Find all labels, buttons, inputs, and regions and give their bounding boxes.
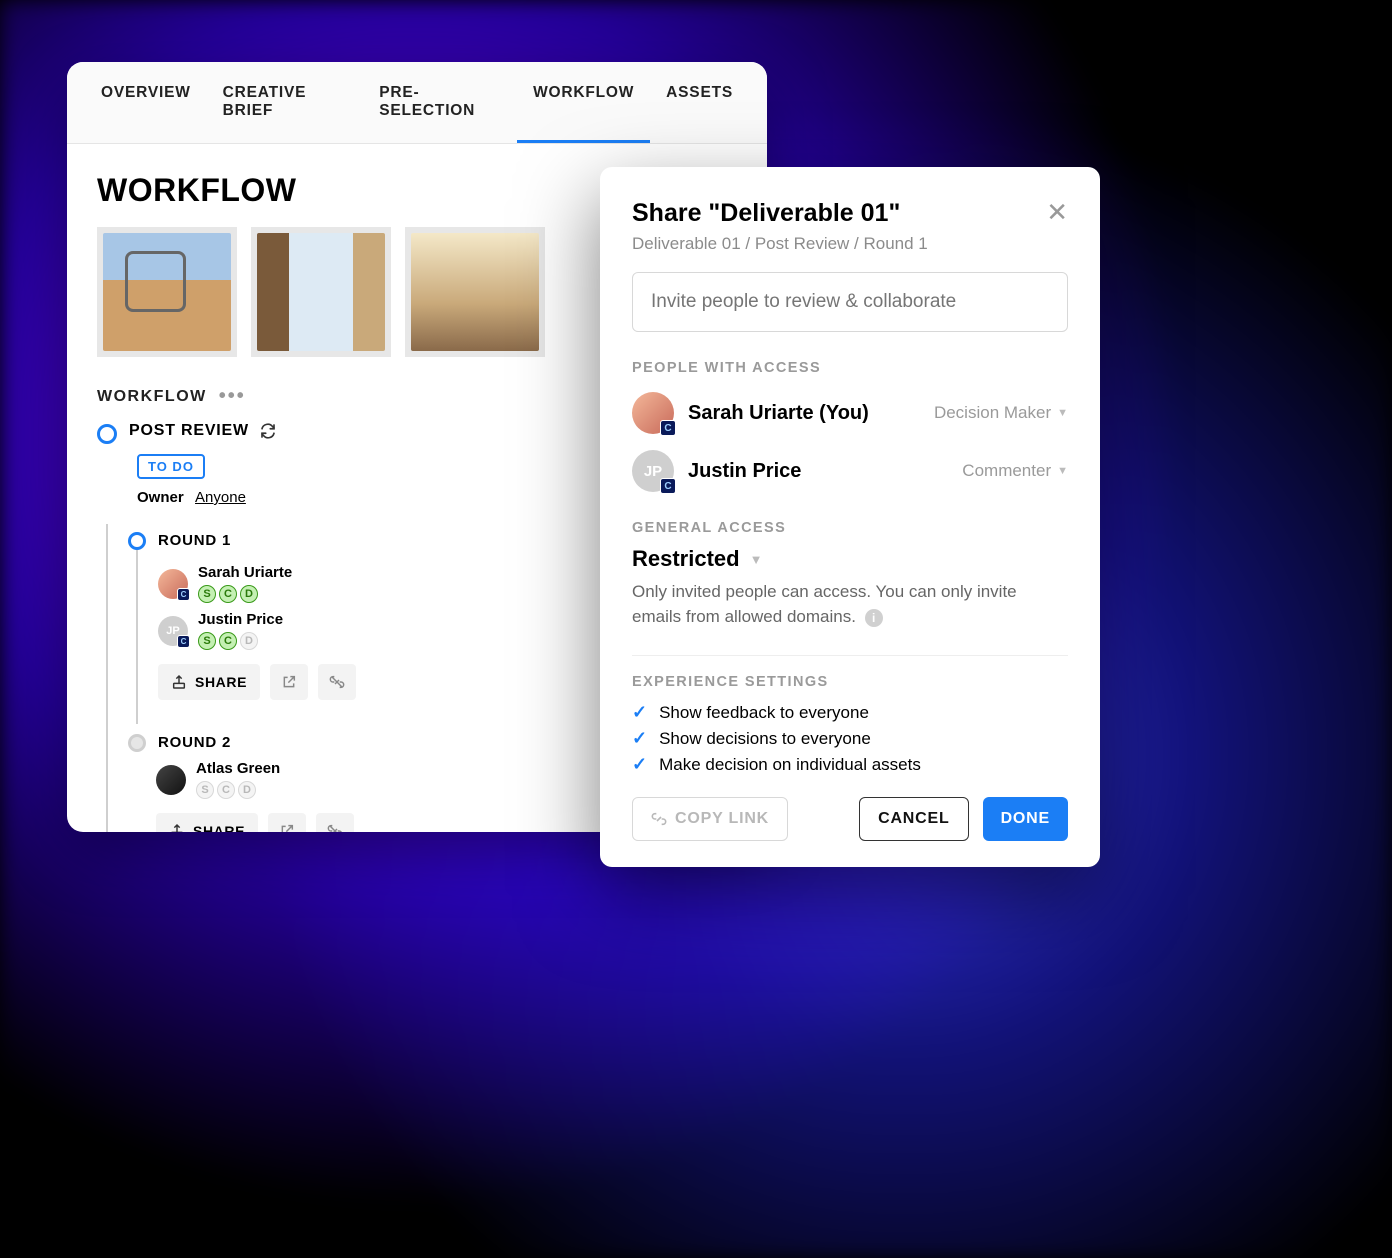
- owner-label: Owner: [137, 489, 184, 506]
- share-button-label: SHARE: [195, 674, 247, 690]
- chevron-down-icon: ▼: [1057, 407, 1068, 419]
- copy-link-label: COPY LINK: [675, 810, 769, 828]
- tab-workflow[interactable]: WORKFLOW: [517, 62, 650, 143]
- check-icon: ✓: [632, 702, 647, 723]
- link-off-icon: [327, 823, 343, 832]
- experience-setting-item[interactable]: ✓ Show feedback to everyone: [632, 702, 1068, 723]
- external-link-icon: [279, 823, 295, 832]
- tab-overview[interactable]: OVERVIEW: [85, 62, 207, 143]
- chevron-down-icon: ▼: [1057, 465, 1068, 477]
- access-person-row: C Sarah Uriarte (You) Decision Maker ▼: [632, 392, 1068, 434]
- workflow-label-text: WORKFLOW: [97, 388, 207, 406]
- share-modal: Share "Deliverable 01" Deliverable 01 / …: [600, 167, 1100, 867]
- link-icon: [651, 811, 667, 827]
- person-name: Sarah Uriarte: [198, 564, 292, 581]
- experience-settings-label: EXPERIENCE SETTINGS: [632, 674, 1068, 690]
- role-chip-d: D: [240, 632, 258, 650]
- check-icon: ✓: [632, 754, 647, 775]
- post-review-title: POST REVIEW: [129, 422, 249, 440]
- external-link-icon: [281, 674, 297, 690]
- role-select[interactable]: Decision Maker ▼: [934, 403, 1068, 423]
- tab-bar: OVERVIEW CREATIVE BRIEF PRE-SELECTION WO…: [67, 62, 767, 144]
- thumbnail[interactable]: [405, 227, 545, 357]
- role-select-value: Commenter: [962, 461, 1051, 481]
- experience-setting-item[interactable]: ✓ Show decisions to everyone: [632, 728, 1068, 749]
- role-chip-c: C: [217, 781, 235, 799]
- open-external-button[interactable]: [268, 813, 306, 832]
- avatar: JPC: [158, 616, 188, 646]
- breadcrumb: Deliverable 01 / Post Review / Round 1: [632, 234, 928, 254]
- person-name: Atlas Green: [196, 760, 280, 777]
- experience-setting-item[interactable]: ✓ Make decision on individual assets: [632, 754, 1068, 775]
- role-select-value: Decision Maker: [934, 403, 1051, 423]
- divider: [632, 655, 1068, 656]
- role-chip-c: C: [219, 585, 237, 603]
- app-badge-icon: C: [660, 420, 676, 436]
- access-level-select[interactable]: Restricted ▼: [632, 546, 1068, 572]
- thumbnail[interactable]: [251, 227, 391, 357]
- cancel-button[interactable]: CANCEL: [859, 797, 968, 841]
- access-person-name: Justin Price: [688, 460, 948, 483]
- owner-value[interactable]: Anyone: [195, 489, 246, 506]
- role-chip-s: S: [198, 632, 216, 650]
- close-icon: ✕: [1046, 197, 1068, 227]
- tab-pre-selection[interactable]: PRE-SELECTION: [363, 62, 517, 143]
- status-chip-todo: TO DO: [137, 454, 205, 479]
- unlink-button[interactable]: [318, 664, 356, 700]
- status-bullet-active: [128, 532, 146, 550]
- info-icon[interactable]: i: [865, 609, 883, 627]
- done-button[interactable]: DONE: [983, 797, 1068, 841]
- share-button[interactable]: SHARE: [158, 664, 260, 700]
- access-level-value: Restricted: [632, 546, 740, 572]
- app-badge-icon: C: [660, 478, 676, 494]
- app-badge-icon: C: [177, 588, 190, 601]
- role-chip-s: S: [196, 781, 214, 799]
- chevron-down-icon: ▼: [750, 552, 763, 567]
- invite-input[interactable]: [632, 272, 1068, 332]
- experience-setting-label: Make decision on individual assets: [659, 755, 921, 775]
- general-access-label: GENERAL ACCESS: [632, 520, 1068, 536]
- share-icon: [169, 823, 185, 832]
- avatar: JPC: [632, 450, 674, 492]
- role-chip-d: D: [240, 585, 258, 603]
- access-person-name: Sarah Uriarte (You): [688, 402, 920, 425]
- status-bullet-active: [97, 424, 117, 444]
- role-select[interactable]: Commenter ▼: [962, 461, 1068, 481]
- tab-assets[interactable]: ASSETS: [650, 62, 749, 143]
- people-with-access-label: PEOPLE WITH ACCESS: [632, 360, 1068, 376]
- avatar-initials: JP: [644, 463, 662, 480]
- round-title: ROUND 1: [158, 532, 231, 549]
- person-name: Justin Price: [198, 611, 283, 628]
- share-button-label: SHARE: [193, 823, 245, 832]
- thumbnail[interactable]: [97, 227, 237, 357]
- role-chip-c: C: [219, 632, 237, 650]
- experience-setting-label: Show decisions to everyone: [659, 729, 871, 749]
- round-title: ROUND 2: [158, 734, 231, 751]
- avatar: C: [158, 569, 188, 599]
- copy-link-button[interactable]: COPY LINK: [632, 797, 788, 841]
- experience-setting-label: Show feedback to everyone: [659, 703, 869, 723]
- tab-creative-brief[interactable]: CREATIVE BRIEF: [207, 62, 364, 143]
- avatar: [156, 765, 186, 795]
- avatar: C: [632, 392, 674, 434]
- close-button[interactable]: ✕: [1046, 199, 1068, 225]
- share-button[interactable]: SHARE: [156, 813, 258, 832]
- unlink-button[interactable]: [316, 813, 354, 832]
- status-bullet-pending: [128, 734, 146, 752]
- modal-title: Share "Deliverable 01": [632, 199, 928, 228]
- app-badge-icon: C: [177, 635, 190, 648]
- access-description: Only invited people can access. You can …: [632, 580, 1068, 629]
- refresh-icon[interactable]: [259, 422, 277, 440]
- access-person-row: JPC Justin Price Commenter ▼: [632, 450, 1068, 492]
- role-chip-d: D: [238, 781, 256, 799]
- check-icon: ✓: [632, 728, 647, 749]
- link-off-icon: [329, 674, 345, 690]
- more-icon[interactable]: •••: [219, 385, 246, 408]
- share-icon: [171, 674, 187, 690]
- open-external-button[interactable]: [270, 664, 308, 700]
- role-chip-s: S: [198, 585, 216, 603]
